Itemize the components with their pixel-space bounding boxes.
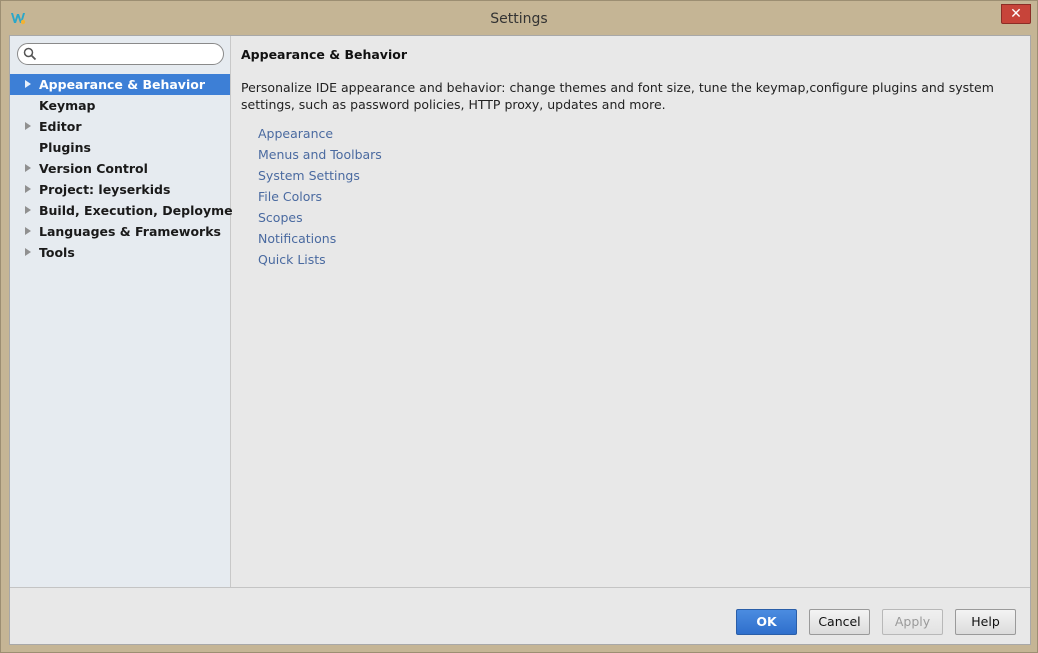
search-box[interactable] (17, 43, 224, 65)
sidebar-item-plugins[interactable]: Plugins (10, 137, 230, 158)
link-notifications[interactable]: Notifications (258, 228, 382, 249)
expand-arrow-icon[interactable] (25, 80, 31, 88)
link-menus-and-toolbars[interactable]: Menus and Toolbars (258, 144, 382, 165)
sidebar-item-label: Appearance & Behavior (39, 77, 205, 92)
sidebar-item-label: Editor (39, 119, 82, 134)
sidebar-item-label: Plugins (39, 140, 91, 155)
ok-button[interactable]: OK (736, 609, 797, 635)
dialog-button-bar: OK Cancel Apply Help (10, 587, 1030, 644)
link-file-colors[interactable]: File Colors (258, 186, 382, 207)
subsection-links: Appearance Menus and Toolbars System Setti… (258, 123, 382, 270)
link-scopes[interactable]: Scopes (258, 207, 382, 228)
help-button[interactable]: Help (955, 609, 1016, 635)
expand-arrow-icon[interactable] (25, 164, 31, 172)
sidebar-item-label: Project: leyserkids (39, 182, 171, 197)
sidebar-item-keymap[interactable]: Keymap (10, 95, 230, 116)
title-bar[interactable]: Settings ✕ (1, 1, 1037, 35)
sidebar-item-appearance-behavior[interactable]: Appearance & Behavior (10, 74, 230, 95)
link-quick-lists[interactable]: Quick Lists (258, 249, 382, 270)
sidebar-item-label: Tools (39, 245, 75, 260)
expand-arrow-icon[interactable] (25, 227, 31, 235)
sidebar-item-tools[interactable]: Tools (10, 242, 230, 263)
search-input[interactable] (40, 45, 220, 63)
apply-button[interactable]: Apply (882, 609, 943, 635)
content-description: Personalize IDE appearance and behavior:… (241, 80, 994, 112)
settings-tree: Appearance & Behavior Keymap Editor Plugins… (10, 74, 247, 263)
content-title: Appearance & Behavior (241, 47, 407, 62)
link-appearance[interactable]: Appearance (258, 123, 382, 144)
sidebar-item-label: Languages & Frameworks (39, 224, 221, 239)
close-button[interactable]: ✕ (1001, 4, 1031, 24)
sidebar-item-languages-frameworks[interactable]: Languages & Frameworks (10, 221, 230, 242)
link-system-settings[interactable]: System Settings (258, 165, 382, 186)
sidebar-item-version-control[interactable]: Version Control (10, 158, 230, 179)
search-icon (23, 47, 37, 61)
sidebar-item-label: Build, Execution, Deployment (39, 203, 248, 218)
settings-sidebar: Appearance & Behavior Keymap Editor Plugins… (10, 36, 247, 587)
cancel-button[interactable]: Cancel (809, 609, 870, 635)
sidebar-item-editor[interactable]: Editor (10, 116, 230, 137)
expand-arrow-icon[interactable] (25, 206, 31, 214)
expand-arrow-icon[interactable] (25, 185, 31, 193)
dialog-body: Appearance & Behavior Keymap Editor Plugins… (9, 35, 1031, 645)
sidebar-item-label: Keymap (39, 98, 96, 113)
settings-window: Settings ✕ Appearance & Behavior Keymap Ed… (0, 0, 1038, 653)
expand-arrow-icon[interactable] (25, 122, 31, 130)
sidebar-item-label: Version Control (39, 161, 148, 176)
sidebar-item-build-execution-deployment[interactable]: Build, Execution, Deployment (10, 200, 247, 221)
sidebar-item-project-leyserkids[interactable]: Project: leyserkids (10, 179, 230, 200)
settings-content-pane: Appearance & Behavior Personalize IDE ap… (232, 36, 1030, 587)
window-title: Settings (490, 11, 548, 27)
expand-arrow-icon[interactable] (25, 248, 31, 256)
